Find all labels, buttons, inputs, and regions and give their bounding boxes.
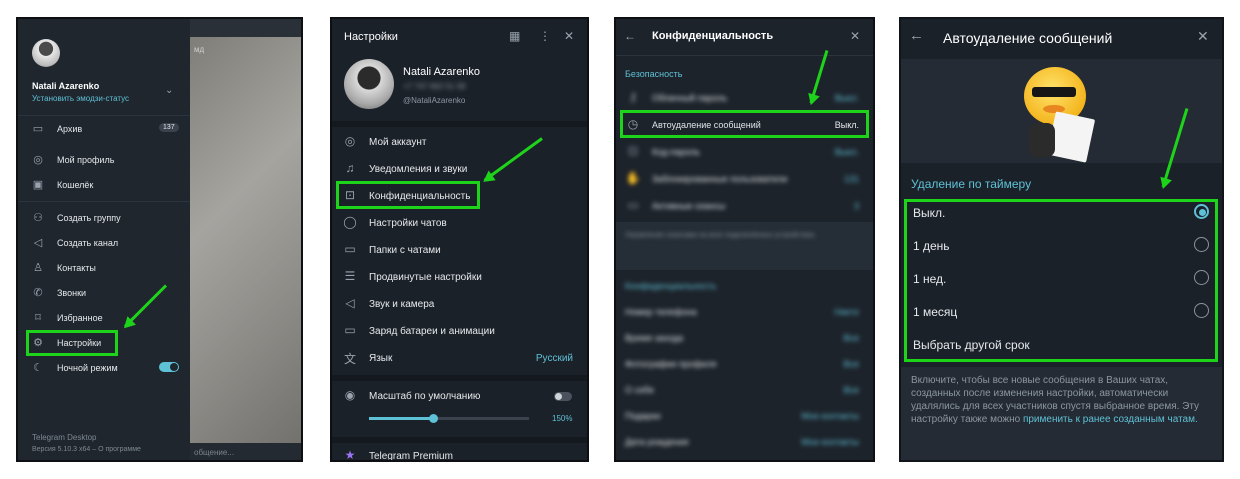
page-title: Автоудаление сообщений: [943, 30, 1113, 46]
settings-item-sound-camera[interactable]: ◁ Звук и камера: [332, 291, 587, 317]
folder-icon: ▭: [344, 242, 356, 256]
telegram-main-menu-panel: мд общение... Natali Azarenko Установить…: [16, 17, 303, 462]
privacy-item-phone[interactable]: Номер телефона Никто: [616, 299, 873, 325]
settings-item-notifications[interactable]: ♫ Уведомления и звуки: [332, 156, 587, 182]
footer-version[interactable]: Версия 5.10.3 x64 – О программе: [32, 446, 141, 453]
wallet-icon: ▣: [32, 179, 44, 191]
group-icon: ⚇: [33, 212, 43, 224]
privacy-item-cloud-password[interactable]: ⚷ Облачный пароль Выкл.: [616, 85, 873, 111]
settings-panel: Настройки ▦ ⋮ ✕ Natali Azarenko +7 747 6…: [330, 17, 589, 462]
close-icon[interactable]: ✕: [1197, 28, 1209, 45]
privacy-item-photos[interactable]: Фотографии профиля Все: [616, 351, 873, 377]
section-security: Безопасность: [625, 69, 683, 79]
menu-item-wallet[interactable]: ▣ Кошелёк: [18, 174, 190, 196]
profile-avatar[interactable]: [344, 59, 394, 109]
close-icon[interactable]: ✕: [850, 29, 860, 43]
more-options-icon[interactable]: ⋮: [539, 29, 551, 43]
menu-item-archive[interactable]: ▭ Архив 137: [18, 118, 190, 140]
privacy-item-blocked[interactable]: ✋ Заблокированные пользователи 131: [616, 166, 873, 192]
bg-tab-text: мд: [194, 45, 205, 54]
menu-item-night-mode[interactable]: ☾ Ночной режим: [18, 357, 190, 379]
profile-username: @NataliAzarenko: [403, 96, 466, 105]
key-icon: ⚷: [628, 90, 638, 104]
bell-icon: ♫: [345, 161, 355, 175]
back-arrow-icon[interactable]: ←: [909, 27, 924, 44]
page-title: Настройки: [344, 31, 398, 43]
section-timer: Удаление по таймеру: [911, 177, 1032, 191]
scale-toggle[interactable]: [554, 392, 572, 401]
night-mode-toggle[interactable]: [159, 362, 179, 372]
translate-icon: 文: [343, 352, 356, 366]
duck-body: [1029, 123, 1055, 157]
highlight-settings: [26, 330, 118, 356]
menu-item-profile[interactable]: ◎ Мой профиль: [18, 149, 190, 171]
contacts-icon: ♙: [33, 262, 43, 274]
settings-item-premium[interactable]: ★ Telegram Premium: [332, 443, 587, 462]
settings-item-battery[interactable]: ▭ Заряд батареи и анимации: [332, 318, 587, 344]
chat-icon: ◯: [343, 215, 357, 229]
profile-icon: ◎: [33, 154, 43, 166]
page-title: Конфиденциальность: [652, 30, 774, 42]
chat-background: [190, 19, 301, 460]
scale-slider-knob[interactable]: [429, 414, 438, 423]
privacy-item-last-seen[interactable]: Время захода Все: [616, 325, 873, 351]
devices-icon: ▭: [627, 198, 639, 212]
menu-item-saved[interactable]: ⌑ Избранное: [18, 307, 190, 329]
archive-badge: 137: [159, 123, 179, 132]
qr-code-icon[interactable]: ▦: [509, 29, 520, 43]
profile-phone: +7 747 662 51 58: [403, 82, 466, 91]
menu-item-new-group[interactable]: ⚇ Создать группу: [18, 207, 190, 229]
scale-row: ◉ Масштаб по умолчанию: [332, 383, 587, 409]
bg-bottom-text: общение...: [194, 448, 234, 457]
language-value: Русский: [535, 353, 573, 364]
privacy-item-sessions[interactable]: ▭ Активные сеансы 3: [616, 193, 873, 219]
settings-item-advanced[interactable]: ☰ Продвинутые настройки: [332, 264, 587, 290]
privacy-item-passcode[interactable]: ⊡ Код-пароль Выкл.: [616, 139, 873, 165]
sliders-icon: ☰: [344, 269, 356, 283]
battery-icon: ▭: [344, 323, 356, 337]
profile-name: Natali Azarenko: [403, 66, 481, 78]
scale-slider-fill: [369, 417, 433, 420]
settings-item-chats[interactable]: ◯ Настройки чатов: [332, 210, 587, 236]
footer-title: Telegram Desktop: [32, 433, 97, 442]
description: Включите, чтобы все новые сообщения в Ва…: [911, 374, 1213, 426]
avatar[interactable]: [32, 39, 60, 67]
lock-icon: ⊡: [627, 144, 639, 158]
privacy-item-gifts[interactable]: Подарки Мои контакты: [616, 403, 873, 429]
section-privacy: Конфиденциальность: [625, 281, 717, 291]
highlight-timer-options: [904, 199, 1218, 362]
sunglasses: [1032, 87, 1076, 97]
scale-value: 150%: [552, 414, 573, 423]
back-arrow-icon[interactable]: ←: [624, 29, 636, 43]
privacy-item-birthday[interactable]: Дата рождения Мои контакты: [616, 429, 873, 455]
settings-item-folders[interactable]: ▭ Папки с чатами: [332, 237, 587, 263]
security-note: Управление сеансами на всех подключённых…: [625, 232, 817, 239]
menu-item-contacts[interactable]: ♙ Контакты: [18, 257, 190, 279]
auto-delete-panel: ← Автоудаление сообщений ✕ Удаление по т…: [899, 17, 1224, 462]
settings-item-language[interactable]: 文 Язык Русский: [332, 345, 587, 371]
speaker-icon: ◁: [345, 296, 355, 310]
apply-existing-link[interactable]: применить к ранее созданным чатам.: [1023, 414, 1198, 425]
eye-icon: ◉: [344, 388, 356, 402]
privacy-item-bio[interactable]: О себе Все: [616, 377, 873, 403]
emoji-status-link[interactable]: Установить эмодзи-статус: [32, 94, 129, 103]
settings-item-account[interactable]: ◎ Мой аккаунт: [332, 129, 587, 155]
close-icon[interactable]: ✕: [564, 29, 574, 43]
star-icon: ★: [344, 448, 356, 462]
moon-icon: ☾: [33, 362, 43, 374]
bookmark-icon: ⌑: [35, 312, 41, 324]
menu-item-new-channel[interactable]: ◁ Создать канал: [18, 232, 190, 254]
main-menu: Natali Azarenko Установить эмодзи-статус…: [18, 19, 190, 460]
archive-icon: ▭: [32, 123, 44, 135]
scale-slider[interactable]: [369, 414, 529, 423]
highlight-privacy: [336, 181, 480, 209]
hand-icon: ✋: [625, 171, 641, 185]
phone-icon: ✆: [33, 287, 43, 299]
megaphone-icon: ◁: [33, 237, 43, 249]
user-name: Natali Azarenko: [32, 81, 100, 91]
privacy-panel: ← Конфиденциальность ✕ Безопасность ⚷ Обл…: [614, 17, 875, 462]
account-icon: ◎: [344, 134, 356, 148]
chevron-down-icon[interactable]: ⌄: [165, 85, 173, 96]
highlight-auto-delete: [620, 110, 869, 138]
